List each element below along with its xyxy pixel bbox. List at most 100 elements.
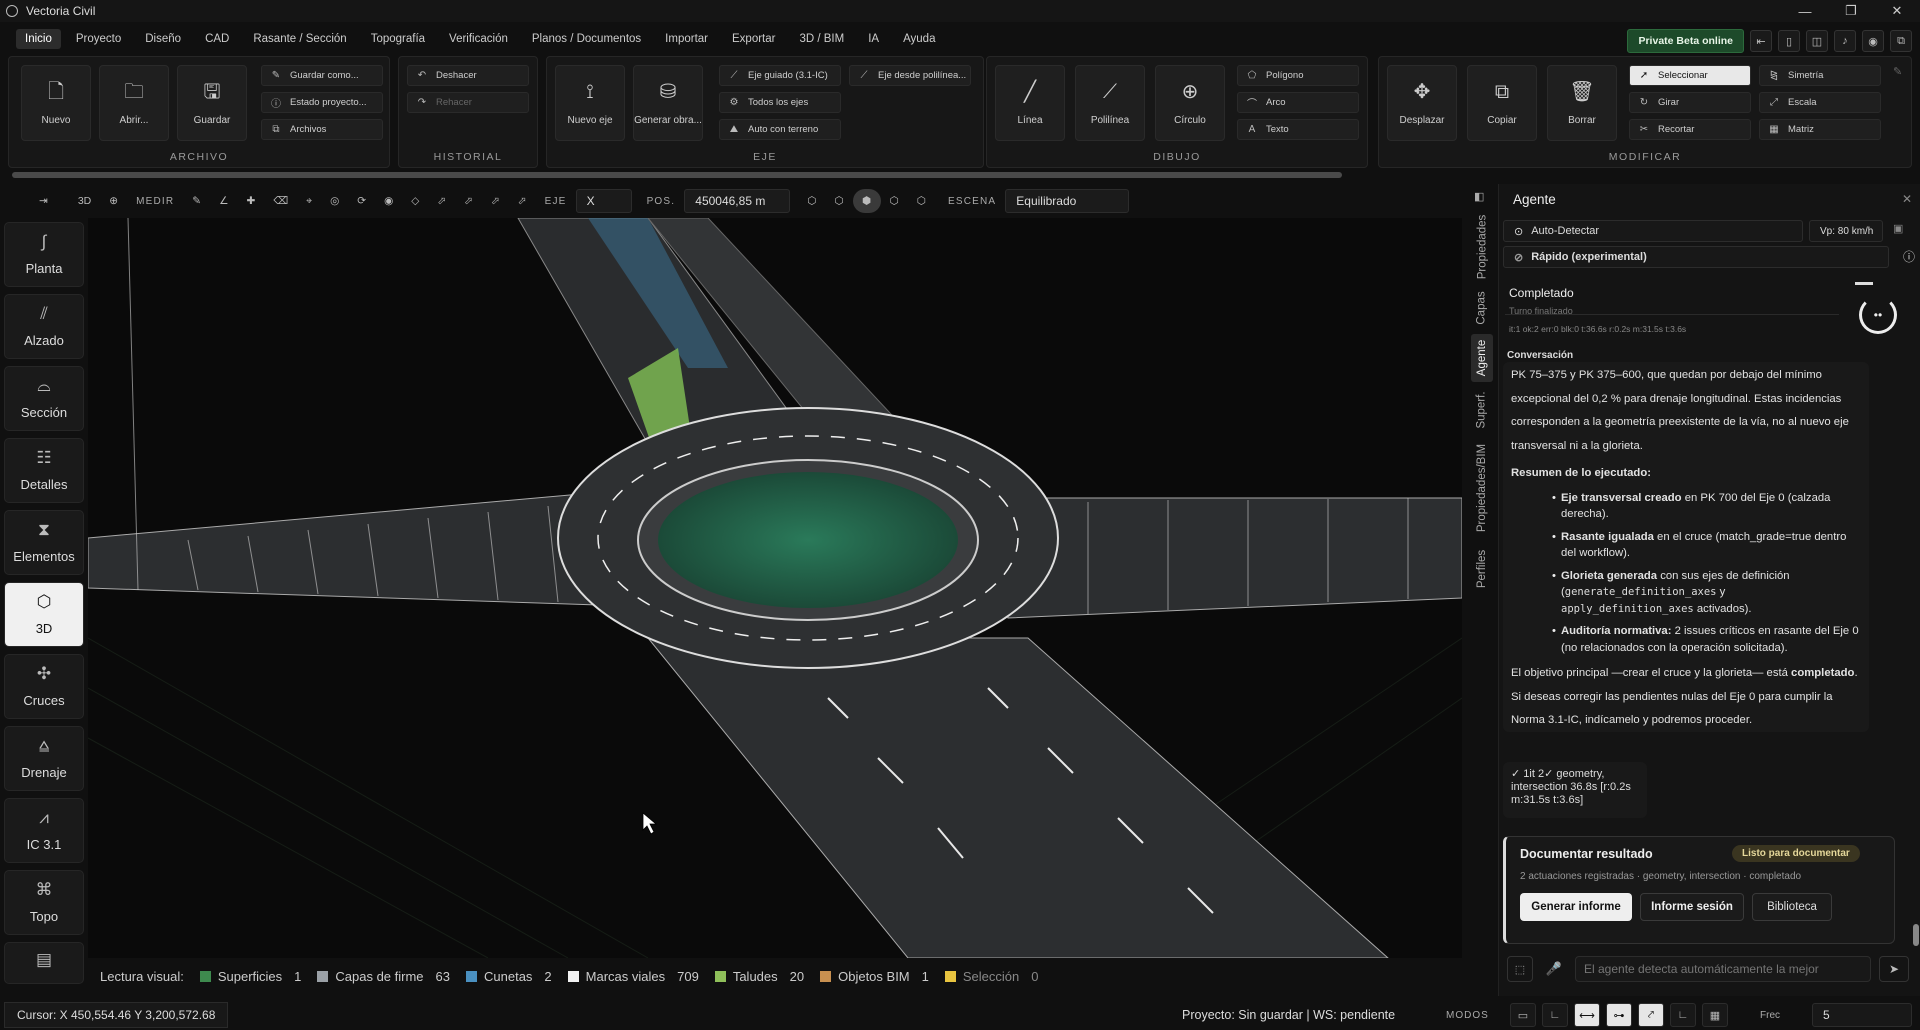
todos-ejes-button[interactable]: ⚙ Todos los ejes (719, 92, 841, 113)
select-1-icon[interactable]: ⬀ (428, 189, 455, 213)
angle-icon[interactable]: ∠ (210, 189, 237, 213)
restore-icon[interactable]: ❐ (1828, 0, 1874, 22)
rehacer-button[interactable]: ↷ Rehacer (407, 92, 529, 113)
sidebar-item-planta[interactable]: ∫ Planta (4, 222, 84, 287)
legend-name[interactable]: Selección (963, 969, 1019, 984)
abrir-button[interactable]: 🗀 Abrir... (99, 65, 169, 141)
polilinea-button[interactable]: ⟋ Polilínea (1075, 65, 1145, 141)
legend-name[interactable]: Capas de firme (335, 969, 423, 984)
close-icon[interactable]: ✕ (1874, 0, 1920, 22)
generar-obra-button[interactable]: ⛁ Generar obra... (633, 65, 703, 141)
eje-select[interactable]: X (575, 189, 632, 213)
panel-scrollbar[interactable] (1913, 924, 1919, 946)
poligono-button[interactable]: ⬠ Polígono (1237, 65, 1359, 86)
archivos-button[interactable]: ⧉ Archivos (261, 119, 383, 140)
info-icon[interactable]: ⓘ (1903, 248, 1915, 265)
beta-badge[interactable]: Private Beta online (1627, 29, 1744, 53)
menu-verificacion[interactable]: Verificación (440, 29, 517, 49)
menu-exportar[interactable]: Exportar (723, 29, 784, 49)
nuevo-button[interactable]: 🗋 Nuevo (21, 65, 91, 141)
clear-icon[interactable]: ◇ (402, 189, 428, 213)
grid-icon[interactable]: ▦ (1702, 1003, 1728, 1027)
sidebar-item-drenaje[interactable]: ⩠ Drenaje (4, 726, 84, 791)
send-icon[interactable]: ➤ (1879, 956, 1909, 982)
tab-superf[interactable]: Superf. (1471, 388, 1493, 432)
sidebar-item-seccion[interactable]: ⌓ Sección (4, 366, 84, 431)
sidebar-item-alzado[interactable]: ⫽ Alzado (4, 294, 84, 359)
layers-icon[interactable]: ◎ (321, 189, 348, 213)
frec-input[interactable]: 5 (1812, 1003, 1912, 1027)
agent-input[interactable] (1575, 956, 1871, 982)
biblioteca-button[interactable]: Biblioteca (1752, 893, 1832, 921)
eye-icon[interactable]: ◉ (1862, 30, 1884, 52)
matriz-button[interactable]: ▦ Matriz (1759, 119, 1881, 140)
legend-name[interactable]: Objetos BIM (838, 969, 910, 984)
sidebar-item-ic31[interactable]: ⩘ IC 3.1 (4, 798, 84, 863)
texto-button[interactable]: A Texto (1237, 119, 1359, 140)
tab-propiedades[interactable]: Propiedades (1471, 212, 1493, 282)
visibility-icon[interactable]: ◉ (375, 189, 402, 213)
windows-icon[interactable]: ⧉ (1890, 30, 1912, 52)
console-icon[interactable]: ▭ (1510, 1003, 1536, 1027)
deshacer-button[interactable]: ↶ Deshacer (407, 65, 529, 86)
informe-sesion-button[interactable]: Informe sesión (1640, 893, 1744, 921)
circulo-button[interactable]: ⊕ Círculo (1155, 65, 1225, 141)
snap-angle-icon[interactable]: ∟ (1670, 1003, 1696, 1027)
panel-icon[interactable]: ▯ (1778, 30, 1800, 52)
focus-icon[interactable]: ⌖ (297, 189, 321, 213)
cube-view-4-icon[interactable]: ⬡ (881, 189, 908, 213)
screenshot-icon[interactable]: ◫ (1806, 30, 1828, 52)
model-select[interactable]: ⊘ Rápido (experimental) (1503, 246, 1889, 268)
guardar-como-button[interactable]: ✎ Guardar como... (261, 65, 383, 86)
estado-proyecto-button[interactable]: ⓘ Estado proyecto... (261, 92, 383, 113)
mode-3d-button[interactable]: 3D (69, 189, 100, 213)
menu-proyecto[interactable]: Proyecto (67, 29, 130, 49)
roundabout-scene[interactable] (88, 218, 1462, 958)
nuevo-eje-button[interactable]: ⟟ Nuevo eje (555, 65, 625, 141)
sidebar-item-elementos[interactable]: ⧗ Elementos (4, 510, 84, 575)
borrar-button[interactable]: 🗑 Borrar (1547, 65, 1617, 141)
speed-select[interactable]: Vp: 80 km/h (1809, 220, 1883, 242)
copiar-button[interactable]: ⧉ Copiar (1467, 65, 1537, 141)
tab-agente[interactable]: Agente (1471, 334, 1493, 382)
collapse-sidebar-icon[interactable]: ⇥ (30, 189, 57, 213)
recortar-button[interactable]: ✂ Recortar (1629, 119, 1751, 140)
simetria-button[interactable]: ⧎ Simetría (1759, 65, 1881, 86)
snap-track-icon[interactable]: ⤤ (1638, 1003, 1664, 1027)
pin-icon[interactable]: ✎ (1893, 65, 1902, 78)
escala-button[interactable]: ⤢ Escala (1759, 92, 1881, 113)
tab-capas[interactable]: Capas (1471, 288, 1493, 328)
sidebar-toggle-icon[interactable]: ⇤ (1750, 30, 1772, 52)
legend-name[interactable]: Taludes (733, 969, 778, 984)
legend-name[interactable]: Superficies (218, 969, 282, 984)
eraser-icon[interactable]: ⌫ (264, 189, 297, 213)
legend-name[interactable]: Marcas viales (586, 969, 665, 984)
menu-3d-bim[interactable]: 3D / BIM (790, 29, 853, 49)
sidebar-item-topo[interactable]: ⌘ Topo (4, 870, 84, 935)
close-panel-icon[interactable]: ✕ (1902, 192, 1912, 206)
guardar-button[interactable]: 🖫 Guardar (177, 65, 247, 141)
bell-icon[interactable]: ♪ (1834, 30, 1856, 52)
sidebar-item-detalles[interactable]: ☷ Detalles (4, 438, 84, 503)
select-4-icon[interactable]: ⬀ (509, 189, 536, 213)
tab-perfiles[interactable]: Perfiles (1471, 544, 1493, 594)
escena-select[interactable]: Equilibrado (1005, 189, 1130, 213)
girar-button[interactable]: ↻ Girar (1629, 92, 1751, 113)
orbit-icon[interactable]: ⟳ (348, 189, 375, 213)
select-3-icon[interactable]: ⬀ (482, 189, 509, 213)
generar-informe-button[interactable]: Generar informe (1520, 893, 1632, 921)
desplazar-button[interactable]: ✥ Desplazar (1387, 65, 1457, 141)
attach-icon[interactable]: ⬚ (1507, 956, 1533, 982)
auto-detect-select[interactable]: ⊙ Auto-Detectar (1503, 220, 1803, 242)
sidebar-item-cruces[interactable]: ✣ Cruces (4, 654, 84, 719)
sidebar-item-3d[interactable]: ⬡ 3D (4, 582, 84, 647)
point-icon[interactable]: ✚ (238, 189, 265, 213)
menu-rasante[interactable]: Rasante / Sección (244, 29, 355, 49)
ortho-icon[interactable]: ∟ (1542, 1003, 1568, 1027)
viewport-3d[interactable] (88, 218, 1462, 958)
menu-importar[interactable]: Importar (656, 29, 717, 49)
arco-button[interactable]: ⌒ Arco (1237, 92, 1359, 113)
select-2-icon[interactable]: ⬀ (455, 189, 482, 213)
legend-name[interactable]: Cunetas (484, 969, 532, 984)
eje-guiado-button[interactable]: ⟋ Eje guiado (3.1-IC) (719, 65, 841, 86)
